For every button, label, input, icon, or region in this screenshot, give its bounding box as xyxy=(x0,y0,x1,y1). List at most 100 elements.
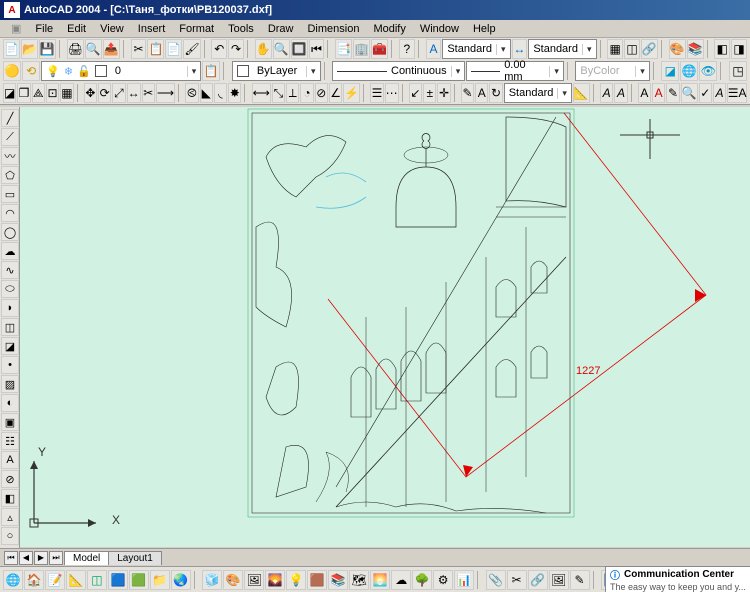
fillet-button[interactable]: ◟ xyxy=(214,83,227,103)
render-bg-button[interactable]: 🌅 xyxy=(370,570,390,590)
layerfilter-button[interactable]: 📋 xyxy=(202,61,220,81)
help-button[interactable]: ? xyxy=(399,39,415,59)
et-web-button[interactable]: 🌏 xyxy=(171,570,191,590)
pan-button[interactable]: ✋ xyxy=(255,39,272,59)
dimension-text[interactable]: 1227 xyxy=(576,365,600,377)
menu-tools[interactable]: Tools xyxy=(221,22,261,36)
menu-window[interactable]: Window xyxy=(413,22,466,36)
hatch-button[interactable]: ▨ xyxy=(1,375,19,393)
gradient-button[interactable]: ◐ xyxy=(1,394,19,412)
table-button2[interactable]: ☷ xyxy=(1,432,19,450)
render-fog-button[interactable]: ☁ xyxy=(391,570,411,590)
layerprev-button[interactable]: ⟲ xyxy=(22,61,40,81)
redo-button[interactable]: ↷ xyxy=(228,39,244,59)
render-hide-button[interactable]: 🧊 xyxy=(202,570,222,590)
et-mod-button[interactable]: 🟦 xyxy=(108,570,128,590)
pline-button[interactable]: 〰 xyxy=(1,147,19,165)
revcloud-button[interactable]: ☁ xyxy=(1,242,19,260)
arc-button[interactable]: ◠ xyxy=(1,204,19,222)
dtext-button[interactable]: A xyxy=(652,83,665,103)
color-dropdown[interactable]: ByLayer ▾ xyxy=(232,61,321,81)
copy2-button[interactable]: ❐ xyxy=(17,83,30,103)
render-scene-button[interactable]: 🌄 xyxy=(265,570,285,590)
drawing-area[interactable]: 1227 xyxy=(20,107,750,547)
layermanager-button[interactable]: 🟡 xyxy=(3,61,21,81)
array-button[interactable]: ▦ xyxy=(60,83,73,103)
et-layer-button[interactable]: 🌐 xyxy=(3,570,23,590)
menu-help[interactable]: Help xyxy=(466,22,503,36)
dimstyle-dropdown[interactable]: Standard▾ xyxy=(528,39,596,59)
dimdiameter-button[interactable]: ⊘ xyxy=(315,83,328,103)
xref-button[interactable]: 🔗 xyxy=(641,39,658,59)
render-button[interactable]: 🎨 xyxy=(669,39,686,59)
menu-insert[interactable]: Insert xyxy=(131,22,173,36)
undo-button[interactable]: ↶ xyxy=(211,39,227,59)
move-button[interactable]: ✥ xyxy=(84,83,97,103)
dimedit-button[interactable]: ✎ xyxy=(461,83,474,103)
vpoint-button[interactable]: ◳ xyxy=(729,61,747,81)
view-button[interactable]: 👁 xyxy=(699,61,717,81)
stretch-button[interactable]: ↔ xyxy=(127,83,141,103)
snap-mid-button[interactable]: ▵ xyxy=(1,508,19,526)
tab-next-button[interactable]: ▶ xyxy=(34,551,48,565)
edit-text-button[interactable]: ✎ xyxy=(666,83,679,103)
text2-button[interactable]: A xyxy=(614,83,627,103)
menu-modify[interactable]: Modify xyxy=(366,22,412,36)
insert-button[interactable]: ◫ xyxy=(1,318,19,336)
publish-button[interactable]: 📤 xyxy=(103,39,120,59)
et-draw-button[interactable]: 🟩 xyxy=(129,570,149,590)
ellipse-button[interactable]: ⬭ xyxy=(1,280,19,298)
et-sel-button[interactable]: ◫ xyxy=(87,570,107,590)
new-button[interactable]: 📄 xyxy=(3,39,20,59)
tab-last-button[interactable]: ⏭ xyxy=(49,551,63,565)
render-light-button[interactable]: 💡 xyxy=(286,570,306,590)
ref-edit-button[interactable]: ✎ xyxy=(570,570,590,590)
communication-center[interactable]: ⓘCommunication Center The easy way to ke… xyxy=(605,566,750,592)
et-file-button[interactable]: 📁 xyxy=(150,570,170,590)
ref-clip-button[interactable]: ✂ xyxy=(507,570,527,590)
copy-button[interactable]: 📋 xyxy=(147,39,164,59)
et-dim-button[interactable]: 📐 xyxy=(66,570,86,590)
snap-cen-button[interactable]: ○ xyxy=(1,527,19,545)
dimangular-button[interactable]: ∠ xyxy=(329,83,342,103)
layer-dropdown[interactable]: 💡 ❄ 🔓 0 ▾ xyxy=(41,61,201,81)
scale-button[interactable]: ⤢ xyxy=(112,83,125,103)
dimordinate-button[interactable]: ⟂ xyxy=(286,83,299,103)
xline-button[interactable]: ⟋ xyxy=(1,128,19,146)
ref-frame-button[interactable]: 🖼 xyxy=(549,570,569,590)
tab-prev-button[interactable]: ◀ xyxy=(19,551,33,565)
render-shade-button[interactable]: 🎨 xyxy=(223,570,243,590)
ref-bind-button[interactable]: 🔗 xyxy=(528,570,548,590)
plot-button[interactable]: 🖨 xyxy=(67,39,84,59)
render-pref-button[interactable]: ⚙ xyxy=(433,570,453,590)
tolerance-button[interactable]: ± xyxy=(423,83,436,103)
centermark-button[interactable]: ✛ xyxy=(437,83,450,103)
et-text-button[interactable]: 📝 xyxy=(45,570,65,590)
snap-off-button[interactable]: ⊘ xyxy=(1,470,19,488)
mirror-button[interactable]: ⟁ xyxy=(32,83,45,103)
erase-button[interactable]: ◪ xyxy=(3,83,16,103)
chamfer-button[interactable]: ◣ xyxy=(200,83,213,103)
dimaligned-button[interactable]: ⤡ xyxy=(272,83,285,103)
render-stats-button[interactable]: 📊 xyxy=(454,570,474,590)
misc2-button[interactable]: ◨ xyxy=(731,39,747,59)
menu-format[interactable]: Format xyxy=(172,22,221,36)
explode-button[interactable]: ✸ xyxy=(228,83,241,103)
menu-file[interactable]: File xyxy=(28,22,60,36)
open-button[interactable]: 📂 xyxy=(21,39,38,59)
trim-button[interactable]: ✂ xyxy=(142,83,155,103)
3dorbit-button[interactable]: 🌐 xyxy=(680,61,698,81)
dimcontinue-button[interactable]: ⋯ xyxy=(385,83,399,103)
scale-text-button[interactable]: A xyxy=(713,83,726,103)
render-map-button[interactable]: 🗺 xyxy=(349,570,369,590)
text1-button[interactable]: A xyxy=(600,83,613,103)
polygon-button[interactable]: ⬠ xyxy=(1,166,19,184)
rotate-button[interactable]: ⟳ xyxy=(98,83,111,103)
spell-button[interactable]: ✓ xyxy=(699,83,712,103)
textstyle-icon[interactable]: A xyxy=(426,39,442,59)
tablestyle-dropdown[interactable]: Standard▾ xyxy=(504,83,572,103)
extend-button[interactable]: ⟶ xyxy=(156,83,175,103)
zoom-win-button[interactable]: 🔲 xyxy=(291,39,308,59)
et-block-button[interactable]: 🏠 xyxy=(24,570,44,590)
dimlinear-button[interactable]: ⟷ xyxy=(252,83,271,103)
